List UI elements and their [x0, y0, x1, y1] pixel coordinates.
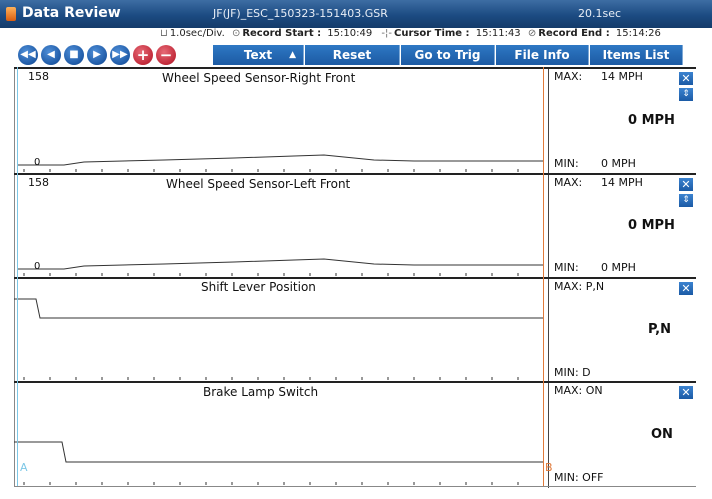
zoom-in-button[interactable]: + — [133, 45, 153, 65]
plot-shift-lever — [14, 298, 544, 380]
record-end-label: Record End : — [538, 28, 610, 39]
y-zero-label: 0 — [34, 157, 41, 168]
max-value: 14 MPH — [601, 70, 643, 83]
close-panel-button[interactable]: ✕ — [679, 178, 693, 191]
panel-title: Wheel Speed Sensor-Right Front — [162, 71, 356, 85]
stop-button[interactable]: ■ — [64, 45, 84, 65]
play-icon: ▶ — [93, 49, 101, 60]
app-logo-icon — [6, 7, 16, 21]
step-back-icon: ◀ — [47, 49, 55, 60]
record-duration: 20.1sec — [578, 7, 622, 20]
cursor-b-line[interactable] — [543, 67, 544, 487]
toolbar: ◀◀ ◀ ■ ▶ ▶▶ + − Text ▲ Reset Min.Max Go … — [0, 42, 712, 82]
trace-brake-lamp — [14, 441, 544, 463]
fast-forward-button[interactable]: ▶▶ — [110, 45, 130, 65]
trace-shift-lever — [14, 298, 544, 319]
min-label: MIN: — [554, 157, 579, 170]
max-label: MAX: — [554, 70, 583, 83]
rewind-icon: ◀◀ — [20, 49, 36, 60]
reset-minmax-button[interactable]: Reset Min.Max — [305, 45, 400, 82]
cursor-a-line[interactable] — [17, 67, 18, 487]
text-mode-select[interactable]: Text ▲ — [213, 45, 304, 65]
window-title: Data Review — [22, 5, 121, 21]
plus-icon: + — [136, 46, 150, 64]
expand-vertical-icon: ⇕ — [682, 89, 690, 99]
panel-separator — [548, 69, 549, 175]
record-start-value: 15:10:49 — [327, 28, 373, 39]
data-review-window: Data Review JF(JF)_ESC_150323-151403.GSR… — [0, 0, 712, 499]
panel-brake-lamp: Brake Lamp Switch MAX: ON ON MIN: OFF ✕ — [14, 381, 696, 488]
cursor-icon: -¦- — [381, 28, 392, 39]
current-value: P,N — [648, 322, 671, 337]
expand-panel-button[interactable]: ⇕ — [679, 194, 693, 207]
chart-bottom-border — [14, 486, 696, 487]
fast-forward-icon: ▶▶ — [112, 49, 128, 60]
current-value: ON — [651, 427, 673, 442]
file-info-button[interactable]: File Info — [496, 45, 589, 65]
cursor-time-value: 15:11:43 — [475, 28, 521, 39]
panel-title: Wheel Speed Sensor-Left Front — [166, 177, 351, 191]
division-icon: ⊔ — [160, 28, 168, 39]
close-icon: ✕ — [681, 178, 691, 191]
record-start-label: Record Start : — [242, 28, 322, 39]
y-max-label: 158 — [28, 176, 49, 189]
text-mode-value: Text — [243, 48, 273, 62]
panel-separator — [548, 175, 549, 279]
play-button[interactable]: ▶ — [87, 45, 107, 65]
min-value: 0 MPH — [601, 261, 636, 274]
panel-wheel-speed-rf: 158 0 Wheel Speed Sensor-Right Front MAX… — [14, 67, 696, 175]
file-name: JF(JF)_ESC_150323-151403.GSR — [213, 7, 388, 20]
panel-wheel-speed-lf: 158 0 Wheel Speed Sensor-Left Front MAX:… — [14, 173, 696, 279]
ticks — [23, 377, 519, 380]
trace-wheel-speed-rf — [18, 154, 544, 166]
panel-title: Brake Lamp Switch — [203, 385, 319, 399]
ticks — [23, 169, 519, 172]
max-value: 14 MPH — [601, 176, 643, 189]
close-icon: ✕ — [681, 282, 691, 295]
y-max-label: 158 — [28, 70, 49, 83]
max-label: MAX: ON — [554, 384, 603, 397]
panel-title: Shift Lever Position — [201, 280, 316, 294]
current-value: 0 MPH — [628, 113, 675, 128]
expand-panel-button[interactable]: ⇕ — [679, 88, 693, 101]
cursor-time-label: Cursor Time : — [394, 28, 470, 39]
close-icon: ✕ — [681, 72, 691, 85]
min-label: MIN: OFF — [554, 471, 604, 484]
stop-icon: ■ — [69, 49, 79, 60]
panel-shift-lever: Shift Lever Position MAX: P,N P,N MIN: D… — [14, 277, 696, 383]
panel-separator — [548, 279, 549, 383]
close-panel-button[interactable]: ✕ — [679, 386, 693, 399]
min-value: 0 MPH — [601, 157, 636, 170]
close-icon: ✕ — [681, 386, 691, 399]
cursor-a-label: A — [20, 461, 28, 474]
ticks — [23, 482, 519, 485]
items-list-button[interactable]: Items List — [590, 45, 683, 65]
trace-wheel-speed-lf — [18, 258, 544, 270]
min-label: MIN: — [554, 261, 579, 274]
record-info-row: ⊔ 1.0sec/Div. ⊙ Record Start : 15:10:49 -¦… — [160, 28, 661, 42]
clock-icon: ⊙ — [231, 28, 241, 39]
clock-end-icon: ⊘ — [527, 28, 537, 39]
title-bar: Data Review JF(JF)_ESC_150323-151403.GSR… — [0, 0, 712, 28]
zoom-out-button[interactable]: − — [156, 45, 176, 65]
min-label: MIN: D — [554, 366, 591, 379]
signal-chart-area: 158 0 Wheel Speed Sensor-Right Front MAX… — [14, 67, 696, 488]
step-back-button[interactable]: ◀ — [41, 45, 61, 65]
y-zero-label: 0 — [34, 261, 41, 272]
rewind-fast-button[interactable]: ◀◀ — [18, 45, 38, 65]
close-panel-button[interactable]: ✕ — [679, 72, 693, 85]
ticks — [23, 273, 519, 276]
minus-icon: − — [159, 46, 173, 64]
updown-arrow-icon: ▲ — [289, 50, 296, 60]
current-value: 0 MPH — [628, 218, 675, 233]
close-panel-button[interactable]: ✕ — [679, 282, 693, 295]
max-label: MAX: P,N — [554, 280, 605, 293]
go-to-trig-button[interactable]: Go to Trig — [401, 45, 495, 65]
max-label: MAX: — [554, 176, 583, 189]
cursor-b-label: B — [545, 461, 553, 474]
time-division: 1.0sec/Div. — [169, 28, 225, 39]
record-end-value: 15:14:26 — [615, 28, 661, 39]
expand-vertical-icon: ⇕ — [682, 195, 690, 205]
